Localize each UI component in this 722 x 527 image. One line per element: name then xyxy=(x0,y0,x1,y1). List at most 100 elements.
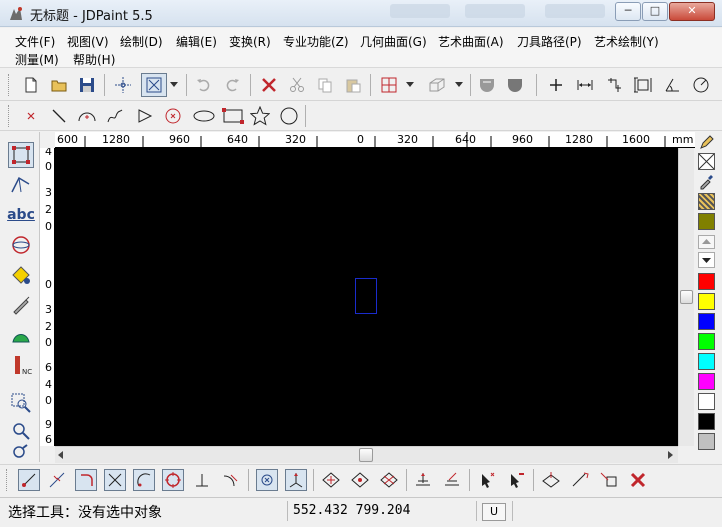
menu-view[interactable]: 视图(V) xyxy=(67,33,109,50)
menu-draw[interactable]: 绘制(D) xyxy=(120,33,163,50)
color-swatch[interactable] xyxy=(698,293,715,310)
layer-icon[interactable] xyxy=(412,469,434,491)
close-button[interactable]: ✕ xyxy=(669,2,715,21)
arc-icon[interactable] xyxy=(76,105,98,127)
snap-quadrant-icon[interactable] xyxy=(162,469,184,491)
toolbar-grip[interactable] xyxy=(8,74,11,96)
undo-icon[interactable] xyxy=(192,74,214,96)
color-swatch[interactable] xyxy=(698,393,715,410)
vertical-dimension-icon[interactable] xyxy=(632,74,654,96)
shading-icon[interactable] xyxy=(476,74,498,96)
horizontal-scrollbar[interactable] xyxy=(55,446,678,463)
unit-button[interactable]: U xyxy=(482,503,506,521)
zoom-icon[interactable] xyxy=(8,418,34,444)
point-draw-icon[interactable] xyxy=(20,105,42,127)
menu-edit[interactable]: 编辑(E) xyxy=(176,33,217,50)
color-swatch[interactable] xyxy=(698,353,715,370)
scroll-right-icon[interactable] xyxy=(666,451,674,459)
paint-fill-icon[interactable] xyxy=(8,262,34,288)
snap-endpoint-icon[interactable] xyxy=(18,469,40,491)
transform-move-icon[interactable] xyxy=(540,469,562,491)
toolbar-grip[interactable] xyxy=(8,105,11,127)
surface-circle-icon[interactable] xyxy=(8,232,34,258)
circle-outline-icon[interactable] xyxy=(278,105,300,127)
menu-geometric-surface[interactable]: 几何曲面(G) xyxy=(360,33,427,50)
snap-nearest-icon[interactable] xyxy=(220,469,242,491)
toolbar-grip[interactable] xyxy=(6,469,9,491)
chevron-down-icon[interactable] xyxy=(167,74,181,96)
zoom-all-icon[interactable] xyxy=(8,442,34,462)
polyline-edit-icon[interactable] xyxy=(8,172,34,198)
array-mirror-icon[interactable] xyxy=(378,469,400,491)
angle-dimension-icon[interactable] xyxy=(603,74,625,96)
open-folder-icon[interactable] xyxy=(48,74,70,96)
snap-perpendicular-icon[interactable] xyxy=(191,469,213,491)
array-diamond-icon[interactable] xyxy=(320,469,342,491)
paste-icon[interactable] xyxy=(342,74,364,96)
ellipse-icon[interactable] xyxy=(191,105,217,127)
radius-dimension-icon[interactable] xyxy=(690,74,712,96)
mound-surface-icon[interactable] xyxy=(8,322,34,348)
line-icon[interactable] xyxy=(48,105,70,127)
menu-help[interactable]: 帮助(H) xyxy=(73,51,115,68)
menu-professional[interactable]: 专业功能(Z) xyxy=(283,33,349,50)
copy-icon[interactable] xyxy=(314,74,336,96)
color-swatch[interactable] xyxy=(698,333,715,350)
menu-art-surface[interactable]: 艺术曲面(A) xyxy=(438,33,504,50)
menu-tool-path[interactable]: 刀具路径(P) xyxy=(517,33,582,50)
node-edit-icon[interactable] xyxy=(8,142,34,168)
nc-path-icon[interactable]: NC xyxy=(8,352,34,378)
point-icon[interactable] xyxy=(545,74,567,96)
snap-midpoint-icon[interactable] xyxy=(46,469,68,491)
engrave-tool-icon[interactable] xyxy=(8,292,34,318)
drawing-canvas[interactable] xyxy=(55,148,678,446)
circle-icon[interactable] xyxy=(162,105,184,127)
color-swatch[interactable] xyxy=(698,313,715,330)
maximize-button[interactable]: □ xyxy=(642,2,668,21)
transform-align-icon[interactable] xyxy=(598,469,620,491)
text-tool-icon[interactable]: abc xyxy=(7,202,35,228)
star-icon[interactable] xyxy=(249,105,271,127)
layer-merge-icon[interactable] xyxy=(441,469,463,491)
menu-measure[interactable]: 测量(M) xyxy=(15,51,59,68)
select-window-icon[interactable] xyxy=(141,73,167,97)
scroll-left-icon[interactable] xyxy=(57,451,65,459)
menu-transform[interactable]: 变换(R) xyxy=(229,33,271,50)
minimize-button[interactable]: ─ xyxy=(615,2,641,21)
cut-icon[interactable] xyxy=(286,74,308,96)
snap-intersection-icon[interactable] xyxy=(104,469,126,491)
vertical-scrollbar[interactable] xyxy=(678,148,694,446)
zoom-window-icon[interactable] xyxy=(8,390,34,416)
transform-scale-icon[interactable] xyxy=(569,469,591,491)
select-add-icon[interactable] xyxy=(476,469,498,491)
select-remove-icon[interactable] xyxy=(505,469,527,491)
snap-angle-icon[interactable] xyxy=(285,469,307,491)
color-swatch[interactable] xyxy=(698,273,715,290)
snap-point-icon[interactable] xyxy=(256,469,278,491)
delete-icon[interactable] xyxy=(627,469,649,491)
snap-center-icon[interactable] xyxy=(75,469,97,491)
pencil-icon[interactable] xyxy=(698,134,715,151)
polygon-icon[interactable] xyxy=(134,105,156,127)
color-swatch[interactable] xyxy=(698,433,715,450)
color-swatch[interactable] xyxy=(698,213,715,230)
color-swatch[interactable] xyxy=(698,373,715,390)
palette-dropdown[interactable] xyxy=(698,252,715,268)
angle-measure-icon[interactable] xyxy=(661,74,683,96)
menu-file[interactable]: 文件(F) xyxy=(15,33,55,50)
3d-view-icon[interactable] xyxy=(426,74,448,96)
menu-art-draw[interactable]: 艺术绘制(Y) xyxy=(594,33,659,50)
eyedropper-icon[interactable] xyxy=(698,173,715,190)
chevron-down-icon[interactable] xyxy=(403,74,417,96)
selection-rectangle[interactable] xyxy=(355,278,377,314)
coordinate-frame-icon[interactable] xyxy=(378,74,400,96)
vertical-scroll-thumb[interactable] xyxy=(680,290,693,304)
save-icon[interactable] xyxy=(76,74,98,96)
no-color-swatch[interactable] xyxy=(698,153,715,170)
new-file-icon[interactable] xyxy=(20,74,42,96)
snap-tangent-icon[interactable] xyxy=(133,469,155,491)
pattern-swatch[interactable] xyxy=(698,193,715,210)
array-rotate-icon[interactable] xyxy=(349,469,371,491)
snap-cross-icon[interactable] xyxy=(112,74,134,96)
redo-icon[interactable] xyxy=(222,74,244,96)
